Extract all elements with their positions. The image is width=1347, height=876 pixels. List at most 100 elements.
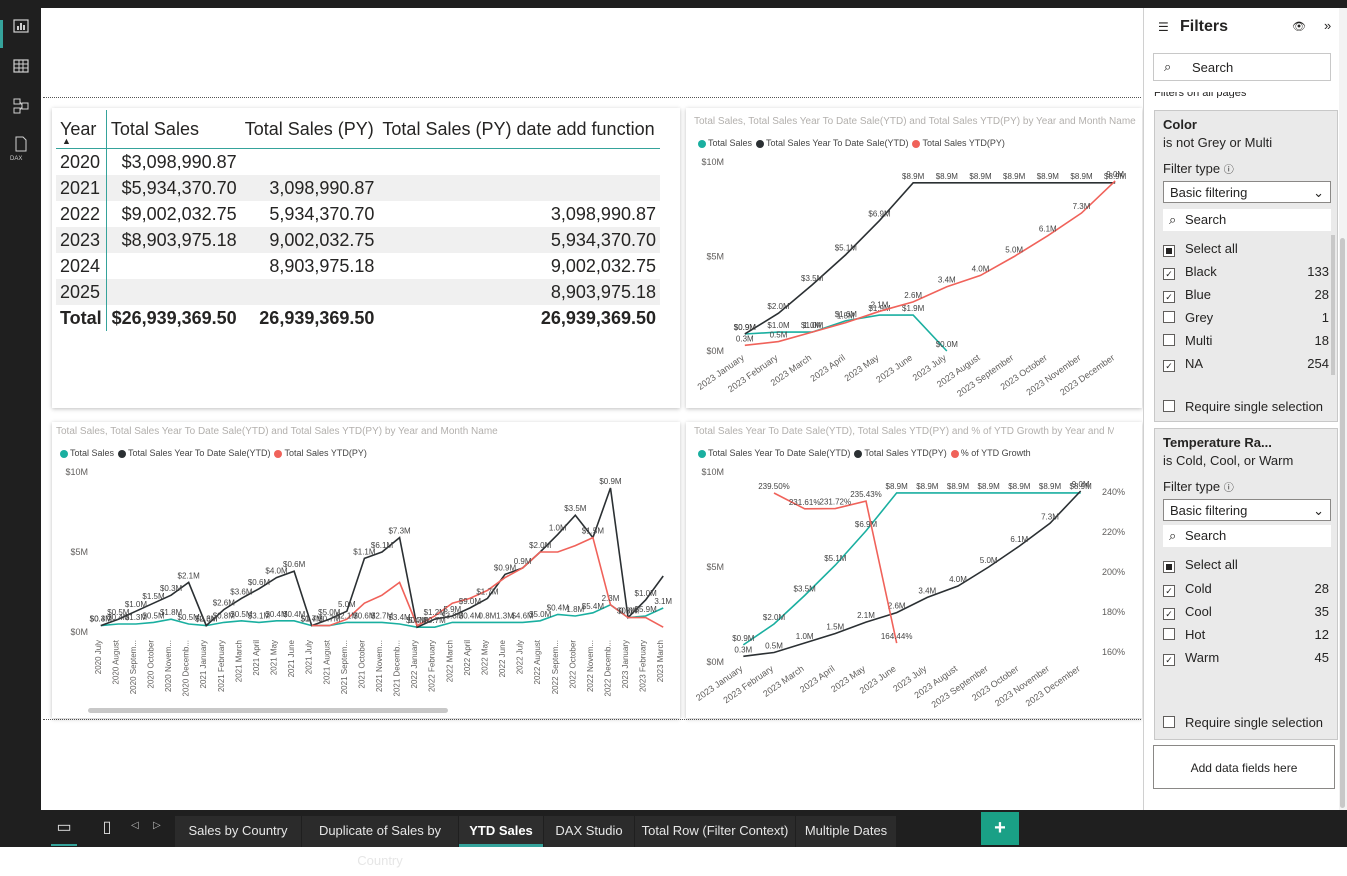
col-header-year[interactable]: Year ▲ <box>56 110 107 149</box>
data-label: $6.9M <box>868 210 891 219</box>
select-all-option[interactable]: Select all <box>1163 557 1238 573</box>
page-tab[interactable]: Sales by Country <box>175 816 301 847</box>
matrix-row: 2025 8,903,975.18 <box>56 279 660 305</box>
data-label: $5.9M <box>635 605 658 614</box>
col-header-total-sales[interactable]: Total Sales <box>106 110 240 149</box>
data-label: $2.1M <box>178 571 201 580</box>
page-tab[interactable]: DAX Studio <box>544 816 634 847</box>
col-header-py-date-add[interactable]: Total Sales (PY) date add function <box>378 110 660 149</box>
x-tick-label: 2022 July <box>516 640 525 674</box>
filter-option-blue[interactable]: ✓ Blue 28 <box>1163 287 1329 303</box>
filter-card-color[interactable]: Color is not Grey or Multi Filter type ⓘ… <box>1154 110 1338 422</box>
value-cell <box>106 253 240 279</box>
dax-query-view-icon[interactable]: DAX <box>10 136 30 162</box>
x-tick-label: 2020 Novem... <box>164 640 173 692</box>
checked-checkbox-icon[interactable]: ✓ <box>1163 654 1175 666</box>
value-cell: $3,098,990.87 <box>121 151 237 172</box>
checked-checkbox-icon[interactable]: ✓ <box>1163 608 1175 620</box>
report-view-icon[interactable] <box>12 18 30 36</box>
mobile-layout-icon[interactable]: ▯ <box>97 816 117 844</box>
data-label: $0.0M <box>936 340 959 349</box>
checked-checkbox-icon[interactable]: ✓ <box>1163 268 1175 280</box>
data-label: 4.0M <box>949 575 967 584</box>
col-header-total-sales-py[interactable]: Total Sales (PY) <box>241 110 379 149</box>
data-label: $5.0M <box>318 608 341 617</box>
matrix-row: 2024 8,903,975.18 9,002,032.75 <box>56 253 660 279</box>
page-tab[interactable]: YTD Sales <box>459 816 543 847</box>
require-single-selection[interactable]: Require single selection <box>1163 715 1323 730</box>
data-label: 6.1M <box>1039 225 1057 234</box>
value-cell: $5,934,370.70 <box>106 175 241 201</box>
scrollbar-thumb[interactable] <box>1340 238 1345 808</box>
unchecked-checkbox-icon[interactable] <box>1163 628 1175 640</box>
data-label: $6.9M <box>855 520 878 529</box>
filter-option-hot[interactable]: Hot 12 <box>1163 627 1329 642</box>
filter-card-temperature[interactable]: Temperature Ra... is Cold, Cool, or Warm… <box>1154 428 1338 740</box>
filters-search-input[interactable]: ⌕ Search <box>1153 53 1331 81</box>
chart-ytd-history[interactable]: Total Sales, Total Sales Year To Date Sa… <box>52 422 680 718</box>
y-tick-label: $10M <box>65 467 88 477</box>
sort-asc-icon[interactable]: ▲ <box>62 136 71 146</box>
option-label: Red <box>1185 379 1209 381</box>
checked-checkbox-icon[interactable]: ✓ <box>1163 360 1175 372</box>
data-label: $0.9M <box>734 323 757 332</box>
page-tab[interactable]: Total Row (Filter Context) <box>635 816 795 847</box>
filter-option-red[interactable]: ✓Red63 <box>1163 379 1329 381</box>
add-page-button[interactable]: + <box>981 812 1019 845</box>
option-label: Warm <box>1185 650 1220 665</box>
filter-option-black[interactable]: ✓ Black 133 <box>1163 264 1329 280</box>
chart-ytd-2023[interactable]: Total Sales, Total Sales Year To Date Sa… <box>686 108 1142 408</box>
model-view-icon[interactable] <box>12 98 30 116</box>
checked-checkbox-icon[interactable]: ✓ <box>1163 291 1175 303</box>
data-label: 3.4M <box>918 586 936 595</box>
filter-search-input[interactable]: ⌕ Search <box>1163 525 1331 547</box>
page-tab[interactable]: Multiple Dates <box>796 816 896 847</box>
list-scrollbar[interactable] <box>1331 235 1335 375</box>
matrix-visual[interactable]: Year ▲ Total Sales Total Sales (PY) Total… <box>52 108 680 408</box>
checked-checkbox-icon[interactable]: ✓ <box>1163 585 1175 597</box>
value-cell: 3,098,990.87 <box>550 203 656 224</box>
matrix-row: 2021 $5,934,370.70 3,098,990.87 <box>56 175 660 201</box>
value-cell: 5,934,370.70 <box>269 203 375 224</box>
option-label: Black <box>1185 264 1217 279</box>
series-line <box>744 181 1116 335</box>
x-tick-label: 2021 February <box>217 640 226 692</box>
table-view-icon[interactable] <box>12 58 30 76</box>
filters-scrollbar[interactable] <box>1339 8 1347 810</box>
prev-page-icon[interactable]: ◁ <box>131 820 139 831</box>
option-count: 133 <box>1307 264 1329 279</box>
y2-tick-label: 180% <box>1102 607 1125 617</box>
next-page-icon[interactable]: ▷ <box>153 820 161 831</box>
unchecked-checkbox-icon[interactable] <box>1163 311 1175 323</box>
x-tick-label: 2023 February <box>639 640 648 692</box>
unchecked-checkbox-icon[interactable] <box>1163 334 1175 346</box>
matrix-row: 2020 $3,098,990.87 <box>56 148 660 175</box>
data-label: $0.9M <box>599 477 622 486</box>
data-label: $5.1M <box>835 244 858 253</box>
eye-icon[interactable]: 👁 <box>1292 20 1306 33</box>
filter-option-cold[interactable]: ✓ Cold 28 <box>1163 581 1329 597</box>
data-label: 3.4M <box>938 276 956 285</box>
page-tab[interactable]: Duplicate of Sales by Country <box>302 816 458 868</box>
x-tick-label: 2022 Novem... <box>586 640 595 692</box>
filter-option-na[interactable]: ✓ NA 254 <box>1163 356 1329 372</box>
x-tick-label: 2021 October <box>357 640 366 689</box>
add-data-fields-well[interactable]: Add data fields here <box>1153 745 1335 789</box>
data-label: 0.9M <box>514 557 532 566</box>
x-tick-label: 2022 August <box>533 639 542 684</box>
desktop-layout-icon[interactable]: ▭ <box>51 816 77 846</box>
option-count: 63 <box>1315 379 1329 381</box>
y-tick-label: $0M <box>706 346 724 356</box>
filter-option-multi[interactable]: Multi 18 <box>1163 333 1329 348</box>
y-tick-label: $5M <box>70 547 88 557</box>
collapse-pane-icon[interactable]: » <box>1324 18 1331 33</box>
filter-option-grey[interactable]: Grey 1 <box>1163 310 1329 325</box>
horizontal-scrollbar[interactable] <box>88 708 448 713</box>
data-label: $1.0M <box>125 600 148 609</box>
filter-option-cool[interactable]: ✓ Cool 35 <box>1163 604 1329 620</box>
chart-ytd-growth[interactable]: Total Sales Year To Date Sale(YTD), Tota… <box>686 422 1142 718</box>
filter-type-dropdown[interactable]: Basic filtering ⌄ <box>1163 499 1331 521</box>
require-single-selection[interactable]: Require single selection <box>1163 399 1323 414</box>
group-top-border <box>43 97 1141 98</box>
filter-option-warm[interactable]: ✓ Warm 45 <box>1163 650 1329 666</box>
